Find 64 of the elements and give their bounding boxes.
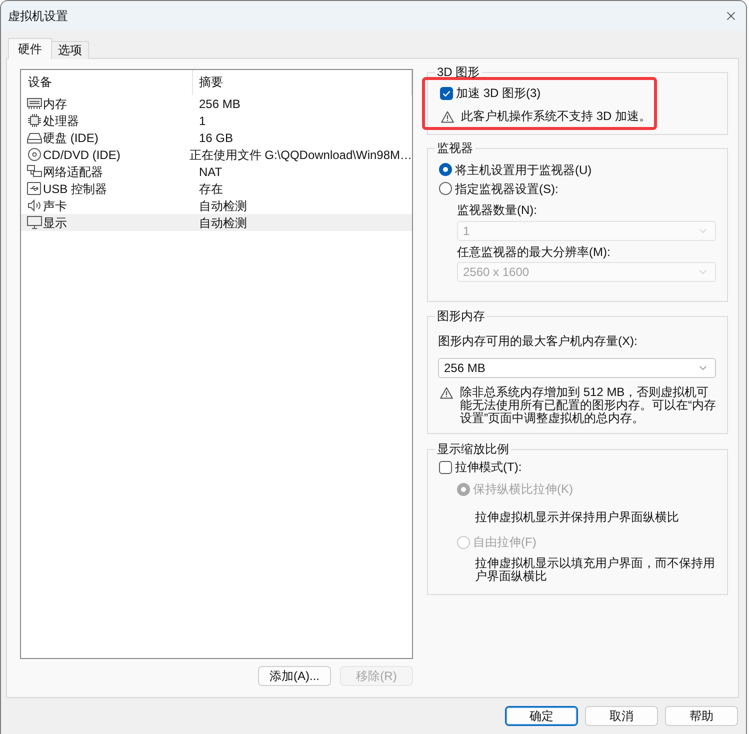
checkbox-label: 加速 3D 图形(3) xyxy=(456,86,541,100)
device-summary: 正在使用文件 G:\QQDownload\Win98M… xyxy=(188,148,412,162)
device-name: CD/DVD (IDE) xyxy=(43,148,120,162)
field-label: 图形内存可用的最大客户机内存量(X): xyxy=(438,334,638,348)
checkbox[interactable] xyxy=(440,86,453,100)
table-row[interactable]: 显示 自动检测 xyxy=(21,214,412,231)
checkbox-label: 拉伸模式(T): xyxy=(455,460,522,474)
device-summary: 自动检测 xyxy=(198,198,247,212)
device-summary: 1 xyxy=(198,114,206,128)
radio-label: 将主机设置用于监视器(U) xyxy=(455,162,592,176)
usb-icon xyxy=(27,182,42,195)
group-title: 图形内存 xyxy=(435,309,487,323)
option-description: 拉伸虚拟机显示并保持用户界面纵横比 xyxy=(475,511,680,524)
device-name: 内存 xyxy=(43,96,67,110)
device-name: 显示 xyxy=(43,216,67,230)
radio-label: 自由拉伸(F) xyxy=(473,535,536,549)
device-summary: NAT xyxy=(198,164,222,178)
chip-icon xyxy=(27,114,42,127)
add-button[interactable]: 添加(A)... xyxy=(258,666,331,686)
column-header: 摘要 xyxy=(193,70,412,95)
note-text: 除非总系统内存增加到 512 MB，否则虚拟机可能无法使用所有已配置的图形内存。可以在“内存设置”页面中调整虚拟机的总内存。 xyxy=(460,386,717,425)
dropdown[interactable]: 256 MB xyxy=(438,358,716,378)
memory-module-icon xyxy=(27,97,42,110)
radio-button[interactable] xyxy=(439,182,452,195)
device-summary: 16 GB xyxy=(198,130,234,144)
field-label: 监视器数量(N): xyxy=(457,203,537,217)
network-icon xyxy=(27,165,42,178)
monitor-icon xyxy=(27,216,42,229)
field-label: 任意监视器的最大分辨率(M): xyxy=(457,245,610,259)
radio-button[interactable] xyxy=(439,163,452,176)
group-title: 监视器 xyxy=(435,141,475,155)
table-row[interactable]: 网络适配器 NAT xyxy=(21,163,412,180)
table-row[interactable]: 内存 256 MB xyxy=(21,95,412,112)
table-row[interactable]: 处理器 1 xyxy=(21,112,412,129)
device-name: 声卡 xyxy=(43,198,67,212)
device-summary: 自动检测 xyxy=(198,216,247,230)
table-row[interactable]: 硬盘 (IDE) 16 GB xyxy=(21,129,412,146)
speaker-icon xyxy=(27,199,42,212)
radio-label: 指定监视器设置(S): xyxy=(455,182,558,196)
dialog-button[interactable]: 确定 xyxy=(505,706,578,726)
group-title: 显示缩放比例 xyxy=(435,442,511,456)
dialog-button[interactable]: 帮助 xyxy=(665,706,738,726)
radio-label: 保持纵横比拉伸(K) xyxy=(473,482,573,496)
checkbox[interactable] xyxy=(439,460,452,474)
device-name: USB 控制器 xyxy=(43,182,108,196)
option-description: 拉伸虚拟机显示以填充用户界面，而不保持用户界面纵横比 xyxy=(475,557,716,583)
column-header: 设备 xyxy=(21,70,193,95)
device-name: 处理器 xyxy=(43,114,79,128)
table-row[interactable]: USB 控制器 存在 xyxy=(21,180,412,197)
table-row[interactable]: 声卡 自动检测 xyxy=(21,197,412,214)
dialog-button[interactable]: 取消 xyxy=(585,706,658,726)
device-summary: 256 MB xyxy=(198,96,240,110)
warning-text: 此客户机操作系统不支持 3D 加速。 xyxy=(461,109,652,123)
window-title: 虚拟机设置 xyxy=(8,9,68,23)
hard-drive-icon xyxy=(27,131,42,144)
tab[interactable]: 选项 xyxy=(52,41,89,59)
device-name: 网络适配器 xyxy=(43,164,103,178)
tab[interactable]: 硬件 xyxy=(8,38,52,59)
disc-icon xyxy=(27,148,42,161)
warning-icon xyxy=(440,387,453,399)
device-name: 硬盘 (IDE) xyxy=(43,130,98,144)
table-row[interactable]: CD/DVD (IDE) 正在使用文件 G:\QQDownload\Win98M… xyxy=(21,146,412,163)
warning-icon xyxy=(441,110,454,122)
device-summary: 存在 xyxy=(198,182,223,196)
